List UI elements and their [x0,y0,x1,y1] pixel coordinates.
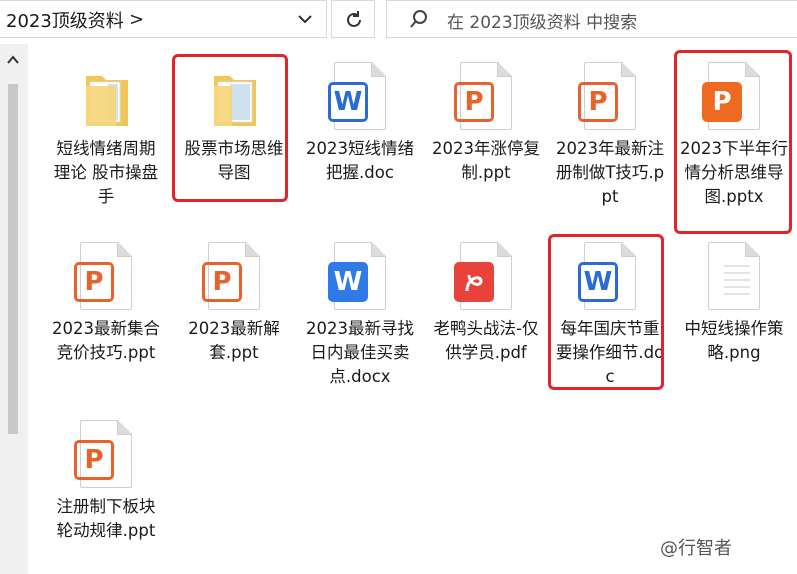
chevron-down-icon[interactable] [296,12,314,26]
highlight-box [674,50,792,234]
powerpoint-file-icon: P [202,242,266,314]
ppt-badge: P [74,440,114,480]
ppt-badge: P [578,82,618,122]
search-icon [410,10,427,28]
file-item[interactable]: P 2023最新集合竞价技巧.ppt [50,242,162,365]
file-item[interactable]: 老鸭头战法-仅供学员.pdf [430,242,542,365]
powerpoint-file-icon: P [74,420,138,492]
address-bar[interactable]: 2023顶级资料 > [0,0,327,38]
ppt-badge: P [74,262,114,302]
breadcrumb-chevron-icon[interactable]: > [129,9,144,30]
file-name: 2023最新寻找日内最佳买卖点.docx [306,319,414,386]
refresh-button[interactable] [331,0,375,38]
file-item[interactable]: W 2023最新寻找日内最佳买卖点.docx [304,242,416,389]
file-item[interactable]: 中短线操作策略.png [678,242,790,365]
folder-icon [74,62,138,134]
word-file-icon: W [328,62,392,134]
file-name: 2023年最新注册制做T技巧.ppt [555,139,665,206]
file-name: 2023年涨停复制.ppt [432,139,540,182]
powerpoint-file-icon: P [578,62,642,134]
powerpoint-file-icon: P [454,62,518,134]
file-name: 老鸭头战法-仅供学员.pdf [433,319,539,362]
file-item[interactable]: P 注册制下板块轮动规律.ppt [50,420,162,543]
file-item[interactable]: 短线情绪周期理论 股市操盘手 [50,62,162,209]
scroll-up-arrow-icon[interactable] [6,54,20,66]
pdf-file-icon [454,242,518,314]
word-file-icon: W [328,242,392,314]
refresh-icon [347,11,361,27]
ppt-badge: P [454,82,494,122]
file-item[interactable]: P 2023年涨停复制.ppt [430,62,542,185]
pdf-badge [454,262,494,302]
search-placeholder[interactable]: 在 2023顶级资料 中搜索 [447,8,637,33]
powerpoint-file-icon: P [74,242,138,314]
file-name: 中短线操作策略.png [684,319,784,362]
address-path[interactable]: 2023顶级资料 [6,7,124,33]
watermark: @行智者 [660,538,732,559]
word-badge: W [328,262,368,302]
highlight-box [172,54,288,202]
file-name: 2023最新解套.ppt [188,319,280,362]
highlight-box [548,234,664,390]
file-item[interactable]: W 2023短线情绪把握.doc [304,62,416,185]
scrollbar[interactable] [0,44,28,574]
file-name: 短线情绪周期理论 股市操盘手 [53,139,159,206]
scrollbar-thumb[interactable] [8,84,18,434]
word-badge: W [328,82,368,122]
image-file-icon [702,242,766,314]
file-item[interactable]: P 2023年最新注册制做T技巧.ppt [554,62,666,209]
file-name: 2023短线情绪把握.doc [306,139,414,182]
file-item[interactable]: P 2023最新解套.ppt [178,242,290,365]
top-bar: 2023顶级资料 > 在 2023顶级资料 中搜索 [0,0,797,38]
search-box[interactable]: 在 2023顶级资料 中搜索 [386,0,797,38]
file-name: 注册制下板块轮动规律.ppt [56,497,156,540]
file-name: 2023最新集合竞价技巧.ppt [52,319,160,362]
ppt-badge: P [202,262,242,302]
